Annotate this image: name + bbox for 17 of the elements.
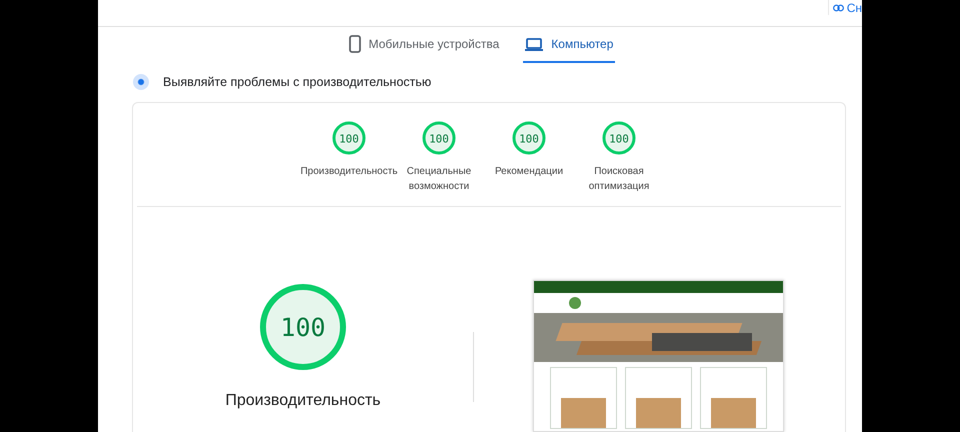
performance-label: Производительность — [225, 392, 381, 410]
score-gauge: 100 — [331, 120, 367, 156]
performance-gauge: 100 — [258, 282, 348, 372]
section-heading: Выявляйте проблемы с производительностью — [163, 75, 432, 89]
link-icon — [832, 4, 844, 12]
score-label: Рекомендации — [494, 165, 564, 179]
phone-icon — [348, 35, 361, 53]
score-gauge: 100 — [601, 120, 637, 156]
score-label: Поисковая оптимизация — [588, 165, 650, 194]
score-gauge: 100 — [511, 120, 547, 156]
status-dot-icon — [133, 74, 149, 90]
score-label: Специальные возможности — [406, 165, 472, 194]
device-tab[interactable]: Мобильные устройства — [346, 33, 502, 63]
laptop-icon — [525, 38, 544, 50]
score-label: Производительность — [300, 165, 398, 179]
device-tab[interactable]: Компьютер — [523, 33, 616, 63]
score-gauge: 100 — [421, 120, 457, 156]
